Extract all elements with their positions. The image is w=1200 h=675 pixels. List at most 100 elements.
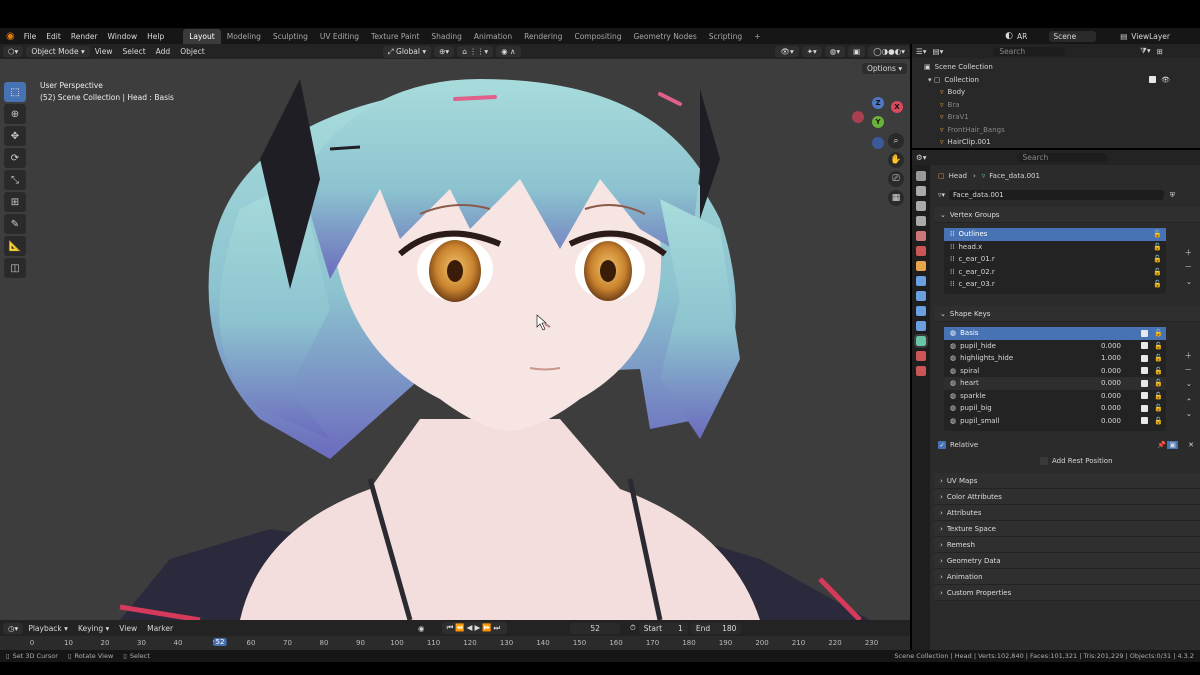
annotate-icon[interactable]: ✎ [4,214,26,234]
end-frame-field[interactable]: End 180 [690,622,742,634]
add-rest-position-checkbox[interactable] [1040,456,1048,465]
cursor-icon[interactable]: ⊕ [4,104,26,124]
texture-tab-icon[interactable] [916,366,926,376]
lock-icon[interactable]: 🔓 [1154,342,1163,350]
gizmo-neg-z[interactable] [872,137,884,149]
shape-key-mute-checkbox[interactable] [1141,342,1148,350]
shape-key-mute-checkbox[interactable] [1141,354,1148,362]
panel-remesh[interactable]: › Remesh [934,537,1200,553]
outliner-search-input[interactable]: Search [993,46,1066,56]
lock-icon[interactable]: 🔓 [1153,243,1162,251]
keying-menu[interactable]: Keying ▾ [73,624,114,633]
eye-icon[interactable]: 👁 [1161,76,1170,84]
collection-checkbox[interactable] [1149,76,1156,84]
zoom-icon[interactable]: ⌕ [888,133,904,149]
properties-search-input[interactable]: Search [1016,153,1109,162]
physics-tab-icon[interactable] [916,306,926,316]
vertex-group-remove-button[interactable]: － [1185,261,1193,272]
shape-key-mute-checkbox[interactable] [1141,329,1148,337]
outliner-item[interactable]: ▿ Bra [912,99,1200,112]
vertex-group-add-button[interactable]: ＋ [1185,247,1193,258]
list-item[interactable]: ⁞⁞ c_ear_02.r 🔓 [944,266,1166,279]
marker-menu[interactable]: Marker [142,624,178,633]
mesh-data-name-field[interactable]: Face_data.001 [949,190,1164,200]
scene-name[interactable]: Scene [1049,30,1097,42]
tab-uv-editing[interactable]: UV Editing [314,29,365,44]
modifier-tab-icon[interactable] [916,276,926,286]
preview-range-icon[interactable]: ⏱ [630,623,636,633]
lock-icon[interactable]: 🔓 [1153,230,1162,238]
lock-icon[interactable]: 🔓 [1154,329,1163,337]
panel-animation[interactable]: › Animation [934,569,1200,585]
edit-mode-toggle-icon[interactable]: ▣ [1167,441,1178,450]
snap-icon[interactable]: ⌂ ⋮⋮▾ [457,46,494,57]
viewlayer-icon[interactable]: ▤ [1120,32,1127,41]
tab-rendering[interactable]: Rendering [518,29,568,44]
list-item[interactable]: ⁞⁞ c_ear_03.r 🔓 [944,278,1166,291]
blender-logo-icon[interactable]: ◉ [0,31,19,42]
panel-color-attributes[interactable]: › Color Attributes [934,489,1200,505]
properties-editor-icon[interactable]: ⚙▾ [916,153,927,162]
lock-icon[interactable]: 🔓 [1154,404,1163,412]
start-frame-field[interactable]: Start 1 [638,622,688,634]
shape-key-move-up-button[interactable]: ⌃ [1186,397,1192,406]
vertex-group-menu-button[interactable]: ⌄ [1186,277,1192,286]
mesh-data-browse-icon[interactable]: ▿▾ [938,191,945,199]
lock-icon[interactable]: 🔓 [1153,268,1162,276]
menu-help[interactable]: Help [142,32,169,41]
outliner-filter-icon[interactable]: ▤▾ [933,47,944,56]
gizmo-neg-x[interactable] [852,111,864,123]
data-tab-icon[interactable] [914,334,928,348]
tab-geometry-nodes[interactable]: Geometry Nodes [627,29,702,44]
visibility-icon[interactable]: 👁▾ [775,46,799,57]
outliner-funnel-icon[interactable]: ⧩▾ [1140,46,1150,56]
object-tab-icon[interactable] [916,261,926,271]
list-item[interactable]: ⁞⁞ c_ear_01.r 🔓 [944,253,1166,266]
material-tab-icon[interactable] [916,351,926,361]
tab-sculpting[interactable]: Sculpting [267,29,314,44]
list-item[interactable]: ⁞⁞ Outlines 🔓 [944,228,1166,241]
scene-tab-icon[interactable] [916,231,926,241]
vertex-groups-panel-header[interactable]: ⌄ Vertex Groups [934,207,1200,223]
scale-icon[interactable]: ⤡ [4,170,26,190]
tab-scripting[interactable]: Scripting [703,29,748,44]
transform-orientation-dropdown[interactable]: ⤢ Global ▾ [382,45,432,58]
lock-icon[interactable]: 🔓 [1153,280,1162,288]
add-cube-icon[interactable]: ◫ [4,258,26,278]
gizmo-toggle-icon[interactable]: ✦▾ [801,46,822,57]
current-frame-indicator[interactable]: 52 [213,638,227,646]
menu-window[interactable]: Window [103,32,143,41]
list-item[interactable]: ◍ spiral 0.000 🔓 [944,365,1166,378]
select-box-icon[interactable]: ⬚ [4,82,26,102]
render-tab-icon[interactable] [916,186,926,196]
view-layer-name[interactable]: ViewLayer [1131,32,1170,41]
tab-animation[interactable]: Animation [468,29,518,44]
panel-geometry-data[interactable]: › Geometry Data [934,553,1200,569]
rotate-icon[interactable]: ⟳ [4,148,26,168]
panel-attributes[interactable]: › Attributes [934,505,1200,521]
gizmo-y-axis[interactable]: Y [872,116,884,128]
list-item[interactable]: ◍ pupil_small 0.000 🔓 [944,415,1166,428]
tool-tab-icon[interactable] [916,171,926,181]
transform-icon[interactable]: ⊞ [4,192,26,212]
shading-modes-icon[interactable]: ◯◑●◐▾ [868,46,910,57]
tab-texture-paint[interactable]: Texture Paint [365,29,425,44]
list-item[interactable]: ⁞⁞ head.x 🔓 [944,241,1166,254]
xray-icon[interactable]: ▣ [848,46,866,57]
lock-icon[interactable]: 🔓 [1154,354,1163,362]
object-menu[interactable]: Object [175,47,209,56]
editor-type-button[interactable]: ⬡▾ [3,46,24,57]
outliner-collection[interactable]: ▾ ▢ Collection 👁 [912,74,1200,87]
shape-key-mute-checkbox[interactable] [1141,417,1148,425]
playback-controls[interactable]: ⏮⏪◀▶⏩⏭ [441,622,508,634]
list-item[interactable]: ◍ Basis 🔓 [944,327,1166,340]
proportional-edit-icon[interactable]: ◉ ∧ [496,46,521,57]
lock-icon[interactable]: 🔓 [1154,417,1163,425]
select-menu[interactable]: Select [118,47,151,56]
object-mode-dropdown[interactable]: Object Mode ▾ [26,46,90,57]
overlay-toggle-icon[interactable]: ◍▾ [824,46,846,57]
panel-texture-space[interactable]: › Texture Space [934,521,1200,537]
add-menu[interactable]: Add [151,47,176,56]
ortho-grid-icon[interactable]: ▦ [888,190,904,206]
auto-keying-icon[interactable]: ◉ [418,624,425,633]
